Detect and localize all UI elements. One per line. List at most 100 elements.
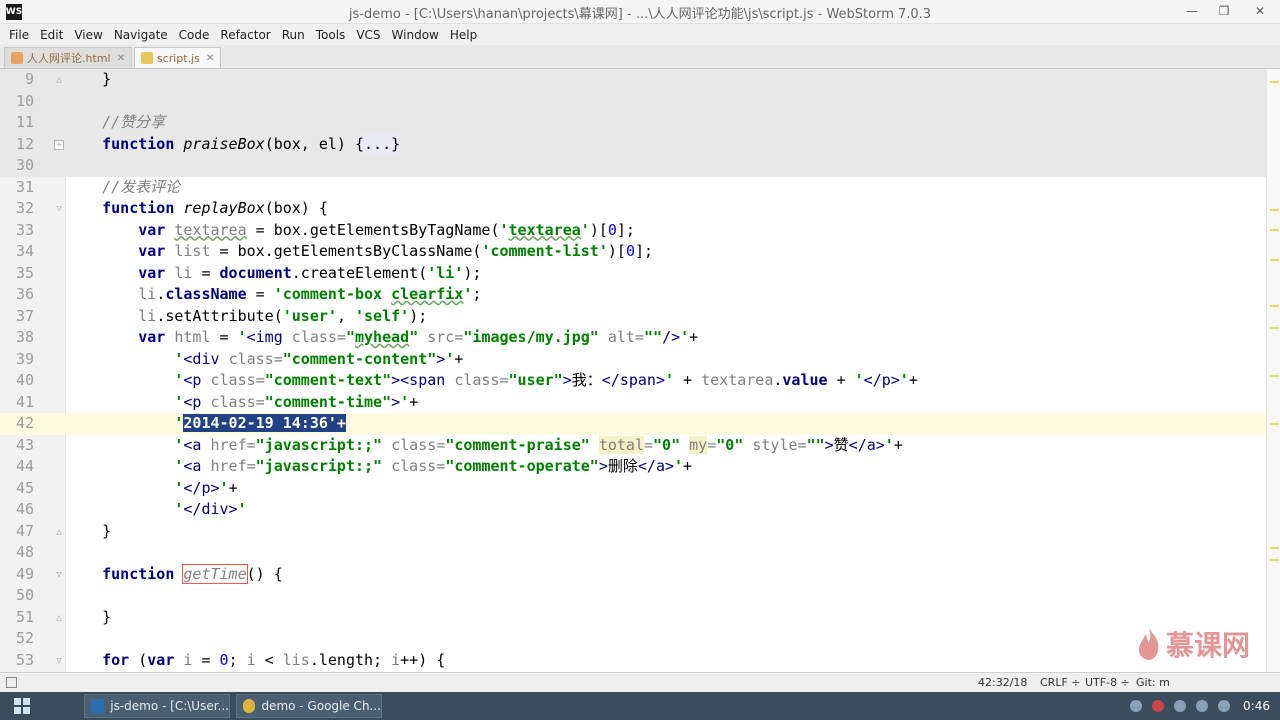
taskbar-item-chrome[interactable]: demo - Google Ch...: [236, 694, 382, 718]
fold-marker-icon[interactable]: △: [54, 75, 64, 85]
line-number: 51: [15, 607, 34, 626]
code-text: '2014-02-19 14:36'+: [174, 414, 346, 432]
code-line: 32 ▽ function replayBox(box) {: [0, 198, 1266, 220]
js-file-icon: [140, 52, 153, 64]
close-tab-icon[interactable]: ✕: [117, 53, 125, 64]
imooc-watermark: 慕课网: [1136, 622, 1270, 666]
code-line: 34 var list = box.getElementsByClassName…: [0, 241, 1266, 263]
tray-icon[interactable]: [1174, 700, 1187, 712]
tray-icon[interactable]: [1152, 700, 1165, 712]
window-title: js-demo - [C:\Users\hanan\projects\幕课网] …: [348, 7, 932, 22]
taskbar-item-webstorm[interactable]: js-demo - [C:\User...: [84, 694, 230, 718]
code-text: '</p>'+: [174, 478, 238, 497]
code-line: 48: [0, 542, 1266, 564]
code-line: 44 '<a href="javascript:;" class="commen…: [0, 456, 1266, 478]
menu-help[interactable]: Help: [445, 28, 483, 42]
watermark-text: 慕课网: [1166, 629, 1251, 662]
code-text: '</div>': [174, 500, 247, 518]
menu-run[interactable]: Run: [277, 28, 311, 42]
code-text: function replayBox(box) {: [102, 199, 328, 217]
code-line: 50: [0, 585, 1266, 607]
editor-tabs: 人人网评论.html ✕ script.js ✕: [0, 45, 1280, 69]
code-text: '<a href="javascript:;" class="comment-o…: [174, 457, 693, 475]
vcs-branch[interactable]: Git: m: [1136, 676, 1170, 689]
status-bar: 42:32/18 CRLF ÷ UTF-8 ÷ Git: m: [0, 672, 1280, 692]
current-code-line: 42 '2014-02-19 14:36'+: [0, 413, 1266, 435]
line-number: 44: [15, 457, 34, 475]
menu-vcs[interactable]: VCS: [351, 28, 386, 42]
menu-navigate[interactable]: Navigate: [109, 28, 174, 42]
line-number: 47: [15, 521, 34, 540]
tab-script-js[interactable]: script.js ✕: [133, 47, 222, 68]
line-number: 30: [15, 156, 34, 174]
code-line: 31 //发表评论: [0, 177, 1266, 199]
tray-icon[interactable]: [1130, 700, 1143, 712]
line-number: 43: [15, 435, 34, 454]
taskbar-clock[interactable]: 0:46: [1243, 699, 1270, 713]
code-line: 35 var li = document.createElement('li')…: [0, 263, 1266, 285]
code-text: var list = box.getElementsByClassName('c…: [138, 242, 654, 260]
menu-code[interactable]: Code: [174, 28, 216, 42]
stripe-marker[interactable]: [1270, 81, 1279, 83]
stripe-marker[interactable]: [1270, 259, 1279, 261]
system-tray: 0:46: [1125, 692, 1280, 720]
tab-label: script.js: [156, 51, 200, 65]
fold-marker-icon[interactable]: ▽: [54, 204, 64, 214]
code-line: 12 + function praiseBox(box, el) {...}: [0, 133, 1266, 155]
code-line: 49 ▽ function getTime() {: [0, 563, 1266, 586]
expand-fold-icon[interactable]: +: [54, 139, 64, 150]
line-number: 32: [15, 199, 34, 217]
fold-marker-icon[interactable]: ▽: [54, 656, 64, 666]
code-line: 37 li.setAttribute('user', 'self');: [0, 306, 1266, 328]
taskbar-item-label: js-demo - [C:\User...: [110, 699, 229, 713]
volume-icon[interactable]: [1218, 700, 1231, 712]
menu-tools[interactable]: Tools: [311, 28, 352, 42]
minimize-icon[interactable]: —: [1176, 0, 1208, 22]
windows-logo-icon: [14, 698, 30, 714]
menu-view[interactable]: View: [69, 28, 108, 42]
code-text: li.className = 'comment-box clearfix';: [138, 285, 482, 303]
file-encoding[interactable]: UTF-8 ÷: [1085, 676, 1130, 689]
line-number: 50: [15, 586, 34, 604]
menu-window[interactable]: Window: [387, 28, 445, 42]
close-tab-icon[interactable]: ✕: [206, 53, 214, 64]
maximize-icon[interactable]: ❐: [1208, 0, 1240, 22]
start-button[interactable]: [0, 692, 44, 720]
stripe-marker[interactable]: [1270, 229, 1279, 231]
tool-windows-icon[interactable]: [6, 677, 17, 688]
code-text: function getTime() {: [102, 563, 283, 584]
line-number: 31: [15, 177, 34, 196]
fold-marker-icon[interactable]: ▽: [54, 570, 64, 580]
code-text: '<div class="comment-content">'+: [174, 349, 464, 368]
menu-edit[interactable]: Edit: [35, 28, 69, 42]
code-text: for (var i = 0; i < lis.length; i++) {: [102, 650, 446, 669]
stripe-marker[interactable]: [1270, 375, 1279, 377]
stripe-marker[interactable]: [1270, 423, 1279, 425]
line-number: 34: [15, 242, 34, 260]
error-stripe[interactable]: [1266, 69, 1280, 672]
caret-position[interactable]: 42:32/18: [978, 676, 1027, 689]
stripe-marker[interactable]: [1270, 327, 1279, 329]
line-number: 36: [15, 285, 34, 303]
html-file-icon: [11, 52, 23, 64]
menu-file[interactable]: File: [4, 28, 35, 42]
fold-marker-icon[interactable]: △: [54, 527, 64, 537]
code-line: 45 '</p>'+: [0, 478, 1266, 500]
line-number: 33: [15, 220, 34, 239]
line-number: 39: [15, 349, 34, 368]
stripe-marker[interactable]: [1270, 547, 1279, 549]
line-separator[interactable]: CRLF ÷: [1040, 676, 1081, 689]
menu-refactor[interactable]: Refactor: [215, 28, 276, 42]
stripe-marker[interactable]: [1270, 209, 1279, 211]
code-text: }: [66, 607, 112, 626]
stripe-marker[interactable]: [1270, 559, 1279, 561]
code-line: 39 '<div class="comment-content">'+: [0, 349, 1266, 371]
fold-marker-icon[interactable]: △: [54, 613, 64, 623]
stripe-marker[interactable]: [1270, 305, 1279, 307]
line-number: 11: [15, 113, 34, 131]
code-text: var textarea = box.getElementsByTagName(…: [138, 220, 635, 239]
close-icon[interactable]: ✕: [1240, 0, 1280, 22]
code-editor[interactable]: 9 △ } 10 11 //赞分享 12 + function praiseBo…: [0, 69, 1266, 672]
tab-html-file[interactable]: 人人网评论.html ✕: [4, 47, 132, 68]
network-icon[interactable]: [1196, 700, 1209, 712]
